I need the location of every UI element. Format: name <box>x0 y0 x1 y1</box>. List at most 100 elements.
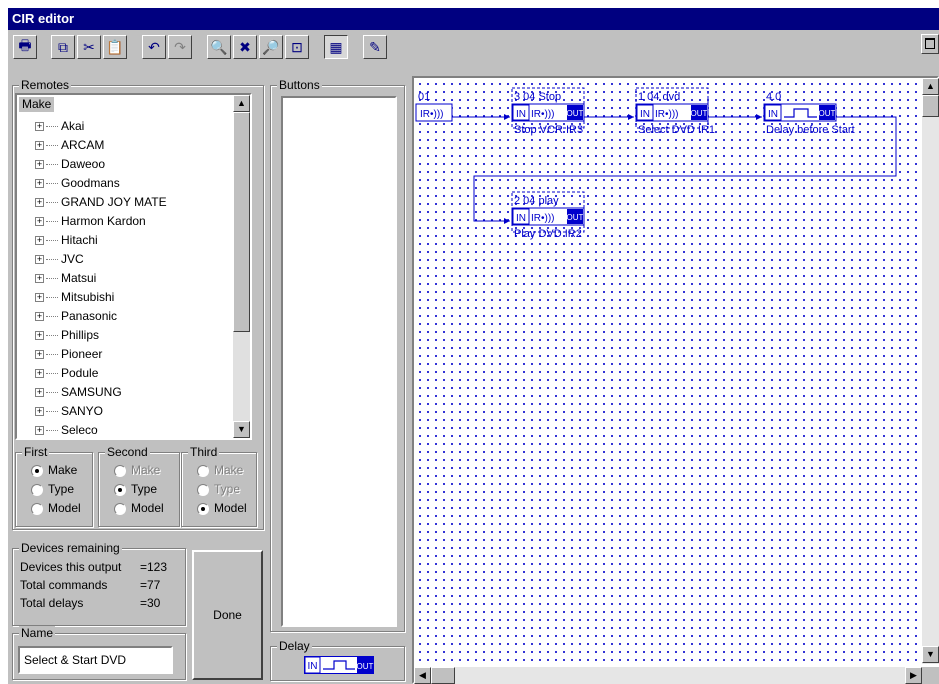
node-name-label: Play DVD IR2 <box>514 228 582 240</box>
tree-item[interactable]: + Goodmans <box>35 174 120 193</box>
tree-connector <box>46 297 58 299</box>
expand-icon[interactable]: + <box>35 122 44 132</box>
node-name-label: Delay before Start <box>766 124 855 136</box>
stat-value: =30 <box>140 596 161 610</box>
expand-icon[interactable]: + <box>35 350 44 360</box>
grid-button[interactable]: ▦ <box>324 35 348 59</box>
tree-item[interactable]: + Phillips <box>35 326 99 345</box>
canvas-scroll-down-icon[interactable]: ▼ <box>922 646 939 663</box>
name-input[interactable] <box>18 646 173 674</box>
sort-group-title: Second <box>105 445 150 459</box>
remotes-tree[interactable]: Make + Akai + ARCAM + Daweoo + Goodmans + GRAND J… <box>15 93 252 440</box>
delay-block-tool[interactable]: IN OUT <box>304 656 374 674</box>
expand-icon[interactable]: + <box>35 198 44 208</box>
expand-icon[interactable]: + <box>35 293 44 303</box>
expand-icon[interactable]: + <box>35 236 44 246</box>
print-icon: 🖶 <box>18 37 32 53</box>
stat-label: Total commands <box>20 578 108 592</box>
sort-third-model-radio[interactable]: Model <box>197 500 247 517</box>
done-button[interactable]: Done <box>192 550 263 680</box>
tree-item[interactable]: + Hitachi <box>35 231 98 250</box>
node-in-label: IN <box>640 109 650 120</box>
tree-item[interactable]: + Matsui <box>35 269 96 288</box>
expand-icon[interactable]: + <box>35 255 44 265</box>
canvas-scroll-left-icon[interactable]: ◀ <box>414 667 431 684</box>
tree-item[interactable]: + Panasonic <box>35 307 117 326</box>
redo-button[interactable]: ↷ <box>168 35 192 59</box>
expand-icon[interactable]: + <box>35 217 44 227</box>
stats-title: Devices remaining <box>19 541 122 555</box>
remotes-title: Remotes <box>19 78 72 92</box>
cut-button[interactable]: ✂ <box>77 35 101 59</box>
tree-item-label: ARCAM <box>61 138 105 152</box>
sort-second-model-radio[interactable]: Model <box>114 500 164 517</box>
tree-item[interactable]: + SANYO <box>35 402 103 421</box>
title-bar[interactable]: CIR editor <box>8 8 939 30</box>
buttons-list[interactable] <box>281 96 397 627</box>
size-grip[interactable] <box>922 667 939 684</box>
sort-third-type-radio[interactable]: Type <box>197 481 240 498</box>
tree-item-label: Mitsubishi <box>61 290 115 304</box>
expand-icon[interactable]: + <box>35 179 44 189</box>
tree-item[interactable]: + SAMSUNG <box>35 383 122 402</box>
expand-icon[interactable]: + <box>35 160 44 170</box>
tree-item[interactable]: + ARCAM <box>35 136 104 155</box>
sort-first-type-radio[interactable]: Type <box>31 481 74 498</box>
canvas-hscroll[interactable]: ◀ ▶ <box>414 667 922 684</box>
scroll-down-icon[interactable]: ▼ <box>233 421 250 438</box>
tree-scrollbar[interactable]: ▲ ▼ <box>233 95 250 438</box>
zoom-in-icon: 🔎 <box>262 38 280 55</box>
expand-icon[interactable]: + <box>35 274 44 284</box>
copy-button[interactable]: ⧉ <box>51 35 75 59</box>
tree-connector <box>46 316 58 318</box>
print-button[interactable]: 🖶 <box>13 35 37 59</box>
expand-icon[interactable]: + <box>35 407 44 417</box>
tree-item[interactable]: + Seleco <box>35 421 98 438</box>
tree-connector <box>46 240 58 242</box>
sort-second-type-radio[interactable]: Type <box>114 481 157 498</box>
canvas-hscroll-thumb[interactable] <box>431 667 455 684</box>
zoom-out-button[interactable]: 🔍 <box>207 35 231 59</box>
canvas-vscroll[interactable]: ▲ ▼ <box>922 78 939 664</box>
ir-source-icon: IR•))) <box>420 109 444 120</box>
fit-button[interactable]: ⊡ <box>285 35 309 59</box>
sort-third-make-radio[interactable]: Make <box>197 462 243 479</box>
expand-icon[interactable]: + <box>35 312 44 322</box>
undo-button[interactable]: ↶ <box>142 35 166 59</box>
radio-label: Model <box>48 501 81 515</box>
tree-item[interactable]: + Daweoo <box>35 155 105 174</box>
tree-item[interactable]: + Pioneer <box>35 345 102 364</box>
sort-first-make-radio[interactable]: Make <box>31 462 77 479</box>
radio-label: Make <box>48 463 78 477</box>
tree-item[interactable]: + Akai <box>35 117 84 136</box>
tree-item[interactable]: + GRAND JOY MATE <box>35 193 167 212</box>
canvas-vscroll-thumb[interactable] <box>922 95 939 117</box>
scroll-up-icon[interactable]: ▲ <box>233 95 250 112</box>
tree-item-label: Podule <box>61 366 99 380</box>
paste-button[interactable]: 📋 <box>103 35 127 59</box>
radio-icon <box>114 483 126 496</box>
ir-icon: IR•))) <box>655 109 679 120</box>
sort-second-make-radio[interactable]: Make <box>114 462 160 479</box>
canvas-scroll-right-icon[interactable]: ▶ <box>905 667 922 684</box>
expand-icon[interactable]: + <box>35 388 44 398</box>
scroll-thumb[interactable] <box>233 112 250 332</box>
radio-icon <box>114 502 126 515</box>
canvas-scroll-up-icon[interactable]: ▲ <box>922 78 939 95</box>
tree-item[interactable]: + Mitsubishi <box>35 288 114 307</box>
sort-first-model-radio[interactable]: Model <box>31 500 81 517</box>
expand-icon[interactable]: + <box>35 369 44 379</box>
zoom-in-button[interactable]: 🔎 <box>259 35 283 59</box>
tree-item[interactable]: + JVC <box>35 250 84 269</box>
expand-icon[interactable]: + <box>35 141 44 151</box>
radio-icon <box>31 502 43 515</box>
expand-icon[interactable]: + <box>35 331 44 341</box>
expand-icon[interactable]: + <box>35 426 44 436</box>
maximize-button[interactable] <box>921 34 939 54</box>
node-in-label: IN <box>516 109 526 120</box>
tree-item[interactable]: + Harmon Kardon <box>35 212 146 231</box>
pencil-button[interactable]: ✎ <box>363 35 387 59</box>
node-name-label: Select DVD IR1 <box>638 124 715 136</box>
delete-button[interactable]: ✖ <box>233 35 257 59</box>
tree-item[interactable]: + Podule <box>35 364 98 383</box>
